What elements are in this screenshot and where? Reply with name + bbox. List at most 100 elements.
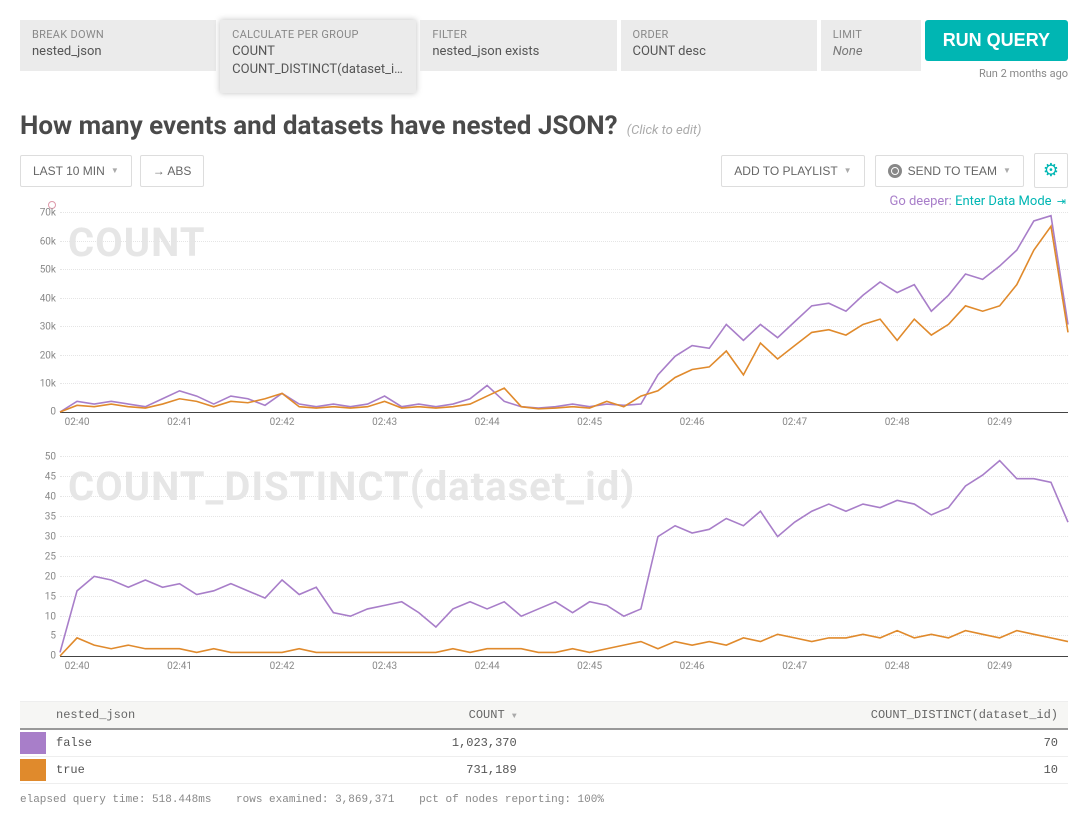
x-tick: 02:46 xyxy=(680,661,705,672)
x-tick: 02:45 xyxy=(577,417,602,428)
cell-count: 731,189 xyxy=(305,757,527,784)
breakdown-label: BREAK DOWN xyxy=(32,28,204,41)
enter-data-mode-icon: ⇥ xyxy=(1057,195,1066,208)
x-tick: 02:46 xyxy=(680,417,705,428)
y-tick: 15 xyxy=(20,591,56,602)
x-tick: 02:49 xyxy=(987,417,1012,428)
y-tick: 40k xyxy=(20,293,56,304)
stat-pct: pct of nodes reporting: 100% xyxy=(419,794,604,806)
time-range-button[interactable]: LAST 10 MIN ▼ xyxy=(20,155,132,187)
time-range-label: LAST 10 MIN xyxy=(33,164,105,178)
send-team-label: SEND TO TEAM xyxy=(908,164,997,178)
y-tick: 30 xyxy=(20,531,56,542)
x-tick: 02:40 xyxy=(65,417,90,428)
x-tick: 02:44 xyxy=(475,661,500,672)
add-to-playlist-button[interactable]: ADD TO PLAYLIST ▼ xyxy=(721,155,864,187)
x-tick: 02:40 xyxy=(65,661,90,672)
calculate-label: CALCULATE PER GROUP xyxy=(232,28,404,41)
y-tick: 35 xyxy=(20,512,56,523)
sort-desc-icon: ▼ xyxy=(512,712,517,721)
order-cell[interactable]: ORDER COUNT desc xyxy=(621,20,817,71)
run-query-button[interactable]: RUN QUERY xyxy=(925,20,1068,61)
col-group[interactable]: nested_json xyxy=(46,702,305,730)
chevron-down-icon: ▼ xyxy=(111,166,119,175)
plot-area[interactable]: 05101520253035404550 xyxy=(60,457,1068,657)
table-row[interactable]: false1,023,37070 xyxy=(20,729,1068,757)
calculate-cell[interactable]: CALCULATE PER GROUP COUNT COUNT_DISTINCT… xyxy=(220,20,416,93)
cell-count: 1,023,370 xyxy=(305,729,527,757)
x-tick: 02:48 xyxy=(885,661,910,672)
filter-value: nested_json exists xyxy=(432,43,604,61)
x-tick: 02:47 xyxy=(782,417,807,428)
y-tick: 20k xyxy=(20,350,56,361)
send-to-team-button[interactable]: SEND TO TEAM ▼ xyxy=(875,155,1024,187)
query-stats: elapsed query time: 518.448ms rows exami… xyxy=(20,794,1068,806)
col-count[interactable]: COUNT ▼ xyxy=(305,702,527,730)
add-playlist-label: ADD TO PLAYLIST xyxy=(734,164,837,178)
y-tick: 10 xyxy=(20,611,56,622)
stat-elapsed: elapsed query time: 518.448ms xyxy=(20,794,211,806)
chevron-down-icon: ▼ xyxy=(844,166,852,175)
x-tick: 02:43 xyxy=(372,417,397,428)
x-axis: 02:40 02:41 02:42 02:43 02:44 02:45 02:46 02:47… xyxy=(60,413,1068,431)
col-distinct[interactable]: COUNT_DISTINCT(dataset_id) xyxy=(527,702,1068,730)
x-tick: 02:44 xyxy=(475,417,500,428)
cell-distinct: 70 xyxy=(527,729,1068,757)
chevron-down-icon: ▼ xyxy=(1003,166,1011,175)
limit-value: None xyxy=(833,43,909,61)
y-tick: 0 xyxy=(20,407,56,418)
x-tick: 02:42 xyxy=(270,417,295,428)
x-tick: 02:41 xyxy=(167,661,192,672)
go-deeper-row: Go deeper: Enter Data Mode ⇥ xyxy=(20,194,1066,209)
swatch-header xyxy=(20,702,46,730)
y-tick: 50 xyxy=(20,452,56,463)
enter-data-mode-link[interactable]: Enter Data Mode xyxy=(955,194,1051,209)
abs-button[interactable]: → ABS xyxy=(140,155,205,187)
toolbar: LAST 10 MIN ▼ → ABS ADD TO PLAYLIST ▼ SE… xyxy=(20,153,1068,188)
limit-cell[interactable]: LIMIT None xyxy=(821,20,921,71)
calculate-value: COUNT COUNT_DISTINCT(dataset_id) xyxy=(232,43,404,79)
y-tick: 50k xyxy=(20,265,56,276)
run-column: RUN QUERY Run 2 months ago xyxy=(925,20,1068,80)
x-tick: 02:41 xyxy=(167,417,192,428)
results-table: nested_json COUNT ▼ COUNT_DISTINCT(datas… xyxy=(20,701,1068,784)
limit-label: LIMIT xyxy=(833,28,909,41)
y-tick: 45 xyxy=(20,472,56,483)
x-tick: 02:48 xyxy=(885,417,910,428)
chart: COUNT_DISTINCT(dataset_id)05101520253035… xyxy=(60,457,1068,675)
series-false xyxy=(60,461,1068,653)
plot-area[interactable]: 010k20k30k40k50k60k70k xyxy=(60,213,1068,413)
series-false xyxy=(60,216,1068,412)
gear-icon[interactable]: ⚙ xyxy=(1034,153,1068,188)
x-tick: 02:43 xyxy=(372,661,397,672)
x-tick: 02:42 xyxy=(270,661,295,672)
order-label: ORDER xyxy=(633,28,805,41)
y-tick: 20 xyxy=(20,571,56,582)
table-row[interactable]: true731,18910 xyxy=(20,757,1068,784)
go-deeper-label: Go deeper: xyxy=(889,194,955,209)
stat-rows: rows examined: 3,869,371 xyxy=(236,794,394,806)
cell-distinct: 10 xyxy=(527,757,1068,784)
x-tick: 02:45 xyxy=(577,661,602,672)
cell-group: false xyxy=(46,729,305,757)
charts-container: COUNT010k20k30k40k50k60k70k02:4002:4102:… xyxy=(20,213,1068,675)
series-true xyxy=(60,227,1068,413)
filter-cell[interactable]: FILTER nested_json exists xyxy=(420,20,616,71)
filter-label: FILTER xyxy=(432,28,604,41)
run-meta: Run 2 months ago xyxy=(979,67,1068,80)
title-hint: (Click to edit) xyxy=(627,123,702,138)
breakdown-value: nested_json xyxy=(32,43,204,61)
breakdown-cell[interactable]: BREAK DOWN nested_json xyxy=(20,20,216,71)
title-row: How many events and datasets have nested… xyxy=(20,111,1068,141)
globe-icon xyxy=(888,164,902,178)
y-tick: 25 xyxy=(20,551,56,562)
page-title[interactable]: How many events and datasets have nested… xyxy=(20,111,618,141)
cell-group: true xyxy=(46,757,305,784)
y-tick: 0 xyxy=(20,651,56,662)
x-tick: 02:47 xyxy=(782,661,807,672)
y-tick: 30k xyxy=(20,322,56,333)
y-tick: 5 xyxy=(20,631,56,642)
order-value: COUNT desc xyxy=(633,43,805,61)
y-tick: 70k xyxy=(20,208,56,219)
series-swatch xyxy=(20,759,46,781)
